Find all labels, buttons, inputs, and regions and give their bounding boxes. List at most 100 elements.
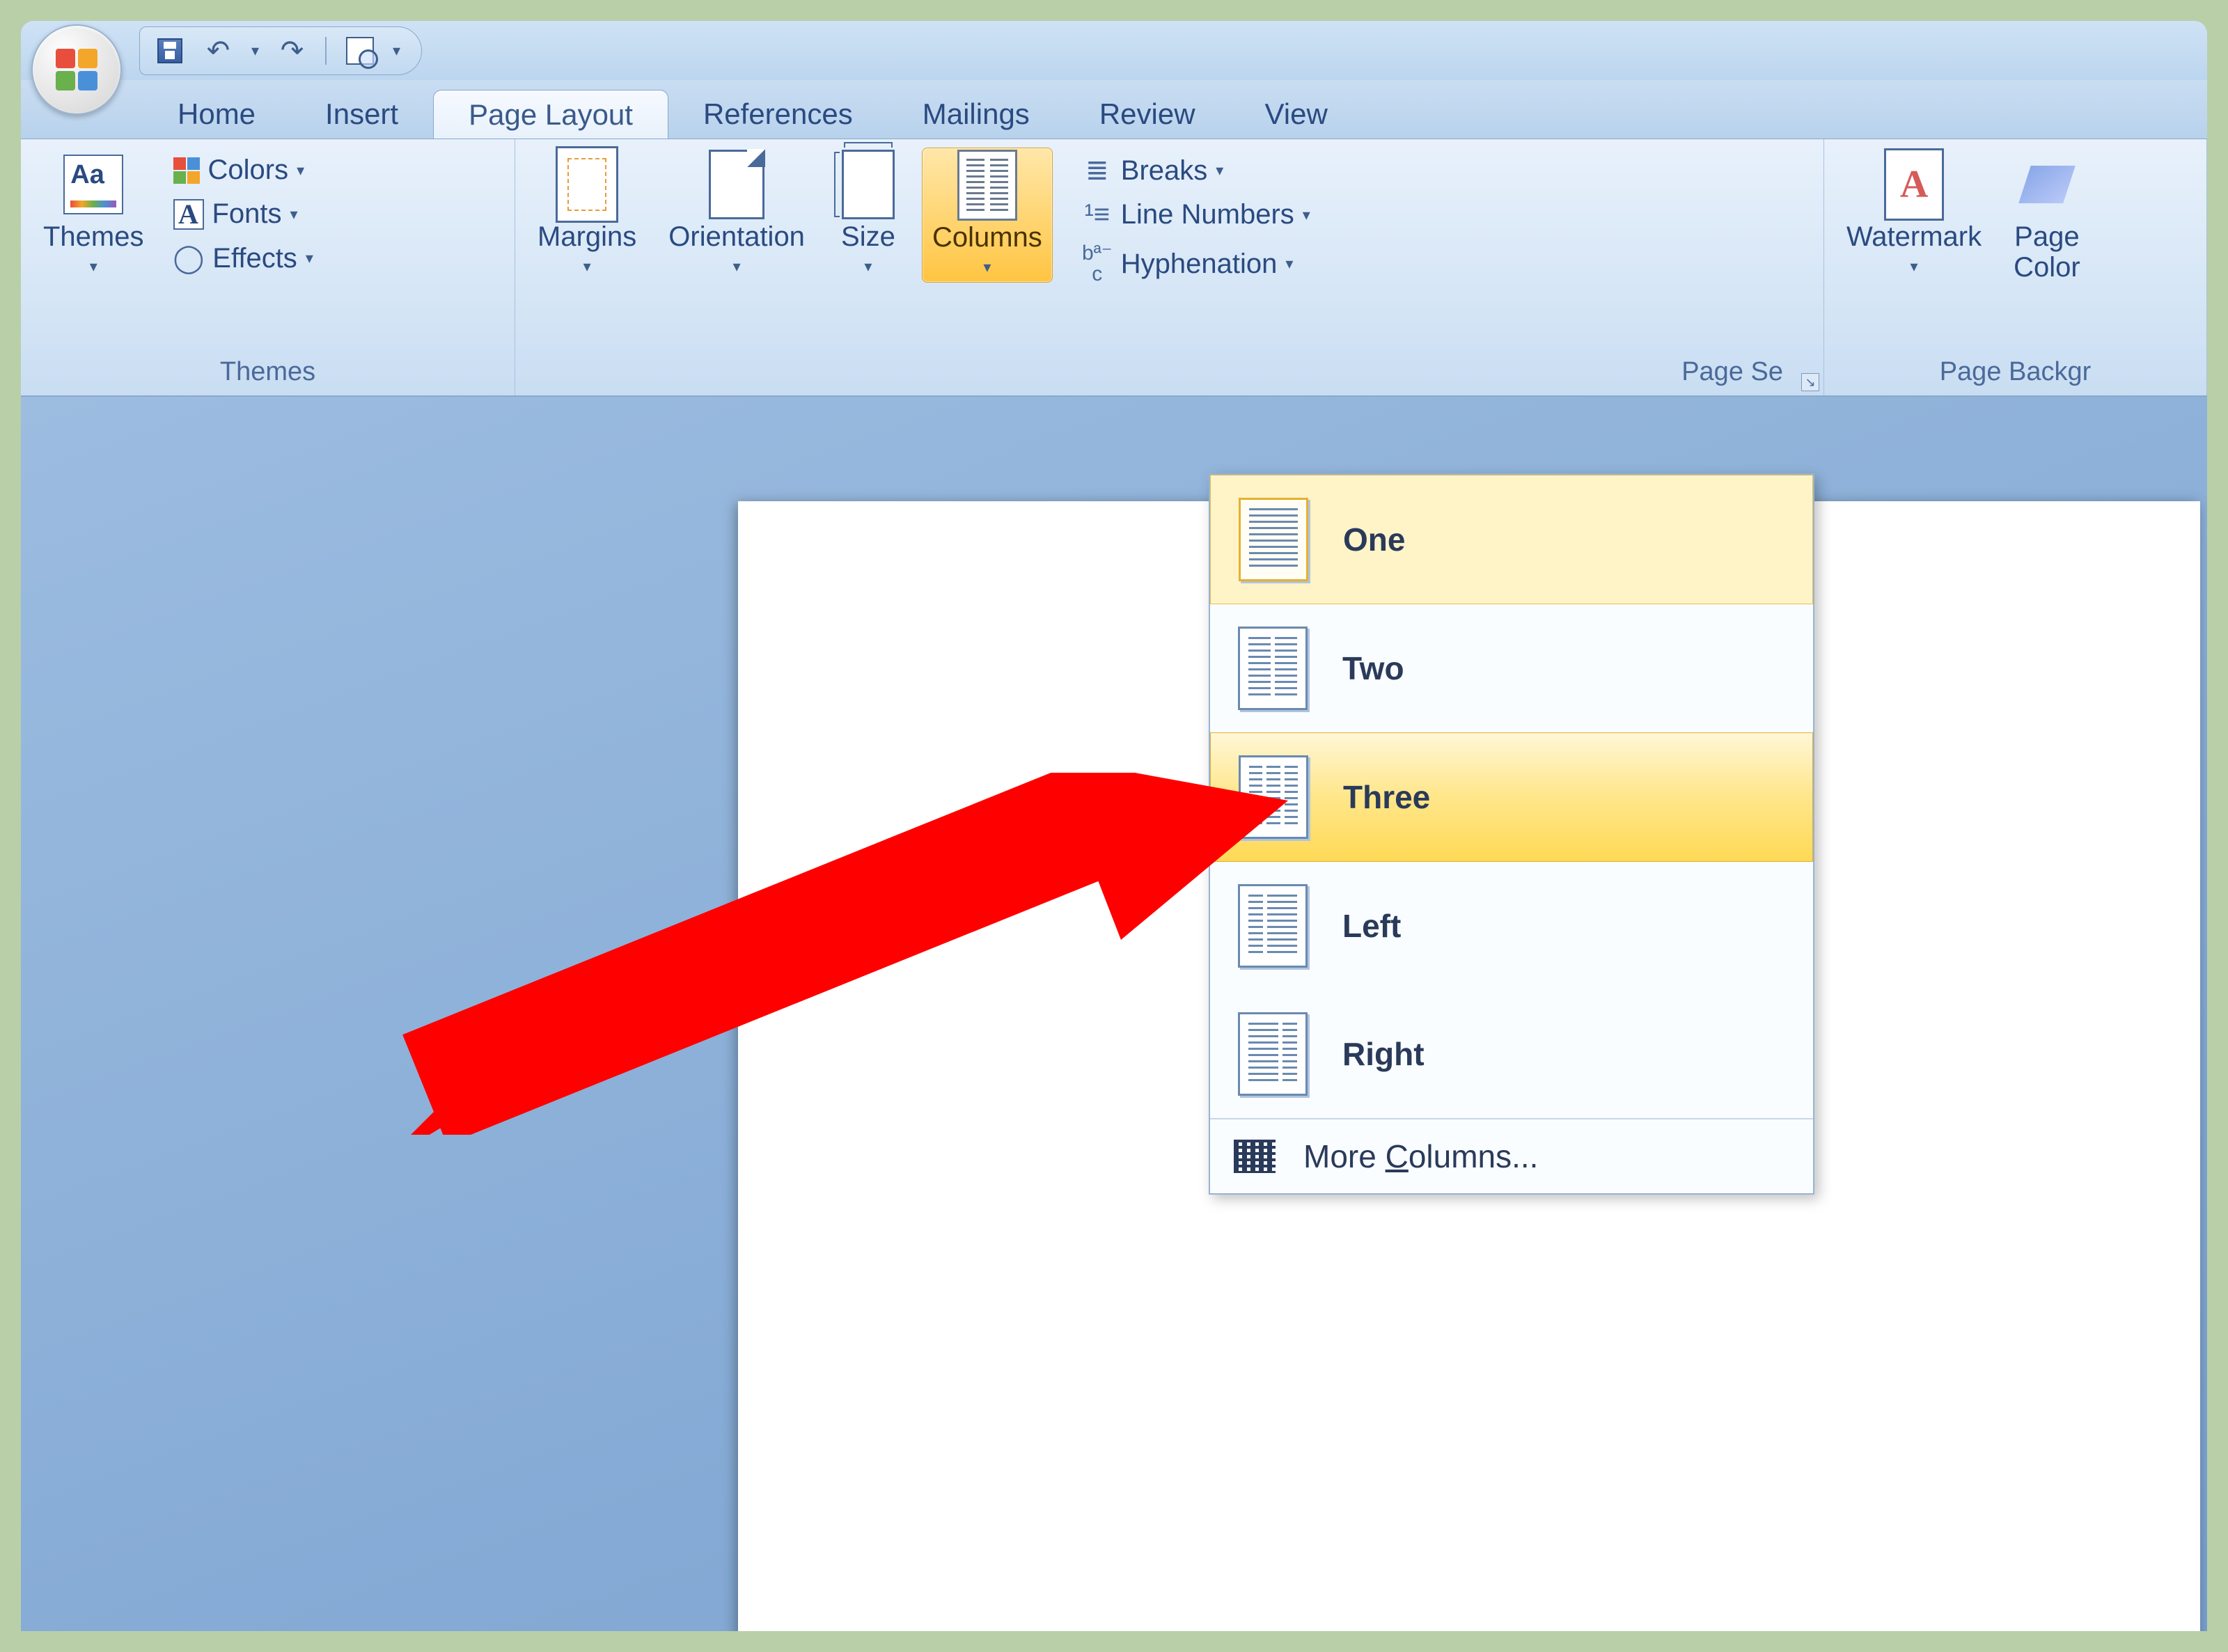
quick-access-toolbar: ↶ ▾ ↷ ▾: [139, 26, 422, 75]
group-themes: Themes ▾ Colors ▾ A Fonts ▾ ◯: [21, 139, 515, 395]
themes-label: Themes: [43, 221, 144, 252]
chevron-down-icon: ▾: [306, 249, 313, 267]
two-column-icon: [1238, 627, 1308, 710]
ribbon: Themes ▾ Colors ▾ A Fonts ▾ ◯: [21, 139, 2207, 397]
hyphenation-button[interactable]: bª⁻c Hyphenation ▾: [1075, 240, 1317, 288]
more-columns-label: More Columns...: [1303, 1138, 1538, 1175]
tab-mailings[interactable]: Mailings: [888, 90, 1065, 139]
effects-label: Effects: [212, 243, 297, 274]
save-button[interactable]: [154, 35, 185, 66]
line-numbers-label: Line Numbers: [1121, 199, 1294, 230]
tab-page-layout[interactable]: Page Layout: [433, 90, 668, 139]
three-column-icon: [1239, 755, 1308, 839]
group-page-background: Watermark ▾ Page Color Page Backgr: [1824, 139, 2207, 395]
orientation-label: Orientation: [668, 221, 805, 252]
undo-button[interactable]: ↶: [203, 35, 234, 66]
group-page-background-label: Page Backgr: [1837, 353, 2194, 391]
orientation-icon: [709, 150, 764, 219]
columns-button[interactable]: Columns ▾: [922, 148, 1053, 283]
chevron-down-icon: ▾: [290, 205, 298, 223]
colors-button[interactable]: Colors ▾: [166, 152, 320, 189]
columns-icon: [957, 150, 1017, 221]
watermark-label: Watermark: [1846, 221, 1982, 252]
breaks-icon: ≣: [1082, 155, 1113, 187]
themes-icon: [63, 155, 123, 214]
margins-icon: [556, 146, 618, 223]
breaks-button[interactable]: ≣ Breaks ▾: [1075, 152, 1317, 189]
chevron-down-icon: ▾: [1216, 162, 1223, 180]
columns-option-two[interactable]: Two: [1210, 604, 1813, 732]
chevron-down-icon: ▾: [1285, 255, 1293, 273]
save-icon: [157, 38, 182, 63]
more-columns-icon: [1234, 1140, 1276, 1173]
watermark-button[interactable]: Watermark ▾: [1837, 148, 1991, 281]
chevron-down-icon: ▾: [733, 258, 741, 276]
columns-option-three[interactable]: Three: [1210, 732, 1813, 862]
margins-label: Margins: [538, 221, 636, 252]
line-numbers-button[interactable]: ¹≡ Line Numbers ▾: [1075, 196, 1317, 233]
hyphenation-icon: bª⁻c: [1082, 243, 1113, 285]
page-color-label: Page Color: [2014, 221, 2080, 283]
columns-one-label: One: [1343, 521, 1405, 558]
columns-label: Columns: [932, 222, 1042, 253]
chevron-down-icon: ▾: [90, 258, 97, 276]
office-logo-icon: [56, 49, 97, 91]
print-preview-button[interactable]: [344, 35, 375, 66]
margins-button[interactable]: Margins ▾: [528, 148, 646, 281]
effects-icon: ◯: [173, 242, 205, 274]
columns-dropdown: One Two Three Left Right More Columns...: [1209, 473, 1814, 1195]
columns-three-label: Three: [1343, 778, 1430, 816]
tab-view[interactable]: View: [1230, 90, 1363, 139]
themes-button[interactable]: Themes ▾: [33, 148, 154, 281]
watermark-icon: [1884, 148, 1944, 221]
qat-separator: [325, 37, 327, 65]
tab-insert[interactable]: Insert: [290, 90, 433, 139]
breaks-label: Breaks: [1121, 155, 1208, 187]
group-themes-label: Themes: [33, 353, 502, 391]
document-area: [21, 397, 2207, 1631]
size-label: Size: [841, 221, 895, 252]
chevron-down-icon: ▾: [983, 258, 991, 276]
tab-references[interactable]: References: [668, 90, 888, 139]
fonts-button[interactable]: A Fonts ▾: [166, 196, 320, 233]
size-button[interactable]: Size ▾: [827, 148, 909, 281]
page-color-button[interactable]: Page Color: [2004, 148, 2090, 288]
fonts-icon: A: [173, 199, 204, 230]
office-button[interactable]: [31, 24, 122, 115]
left-column-icon: [1238, 884, 1308, 968]
redo-button[interactable]: ↷: [276, 35, 308, 66]
chevron-down-icon: ▾: [1911, 258, 1918, 276]
line-numbers-icon: ¹≡: [1082, 199, 1113, 230]
tab-home[interactable]: Home: [143, 90, 290, 139]
columns-option-left[interactable]: Left: [1210, 862, 1813, 990]
right-column-icon: [1238, 1012, 1308, 1096]
size-icon: [842, 150, 895, 219]
page-color-icon: [2018, 166, 2076, 203]
hyphenation-label: Hyphenation: [1121, 249, 1278, 280]
chevron-down-icon: ▾: [583, 258, 591, 276]
undo-dropdown-icon[interactable]: ▾: [251, 42, 259, 60]
ribbon-tabs: Home Insert Page Layout References Maili…: [21, 80, 2207, 139]
chevron-down-icon: ▾: [1303, 206, 1310, 224]
effects-button[interactable]: ◯ Effects ▾: [166, 239, 320, 277]
orientation-button[interactable]: Orientation ▾: [659, 148, 815, 281]
app-window: ↶ ▾ ↷ ▾ Home Insert Page Layout Referenc…: [21, 21, 2207, 1631]
group-page-setup-label: Page Se: [528, 353, 1811, 391]
columns-option-one[interactable]: One: [1210, 475, 1813, 604]
chevron-down-icon: ▾: [864, 258, 872, 276]
columns-right-label: Right: [1342, 1035, 1425, 1073]
one-column-icon: [1239, 498, 1308, 581]
print-preview-icon: [346, 37, 374, 65]
columns-two-label: Two: [1342, 650, 1404, 687]
fonts-label: Fonts: [212, 198, 282, 230]
tab-review[interactable]: Review: [1065, 90, 1230, 139]
more-columns-button[interactable]: More Columns...: [1210, 1118, 1813, 1193]
page-setup-dialog-launcher[interactable]: ↘: [1801, 373, 1819, 391]
columns-option-right[interactable]: Right: [1210, 990, 1813, 1118]
columns-left-label: Left: [1342, 907, 1401, 945]
title-bar: ↶ ▾ ↷ ▾: [21, 21, 2207, 80]
group-page-setup: Margins ▾ Orientation ▾ Size ▾ Columns ▾: [515, 139, 1824, 395]
colors-icon: [173, 157, 200, 184]
chevron-down-icon: ▾: [297, 162, 304, 180]
qat-customize-icon[interactable]: ▾: [393, 42, 400, 60]
